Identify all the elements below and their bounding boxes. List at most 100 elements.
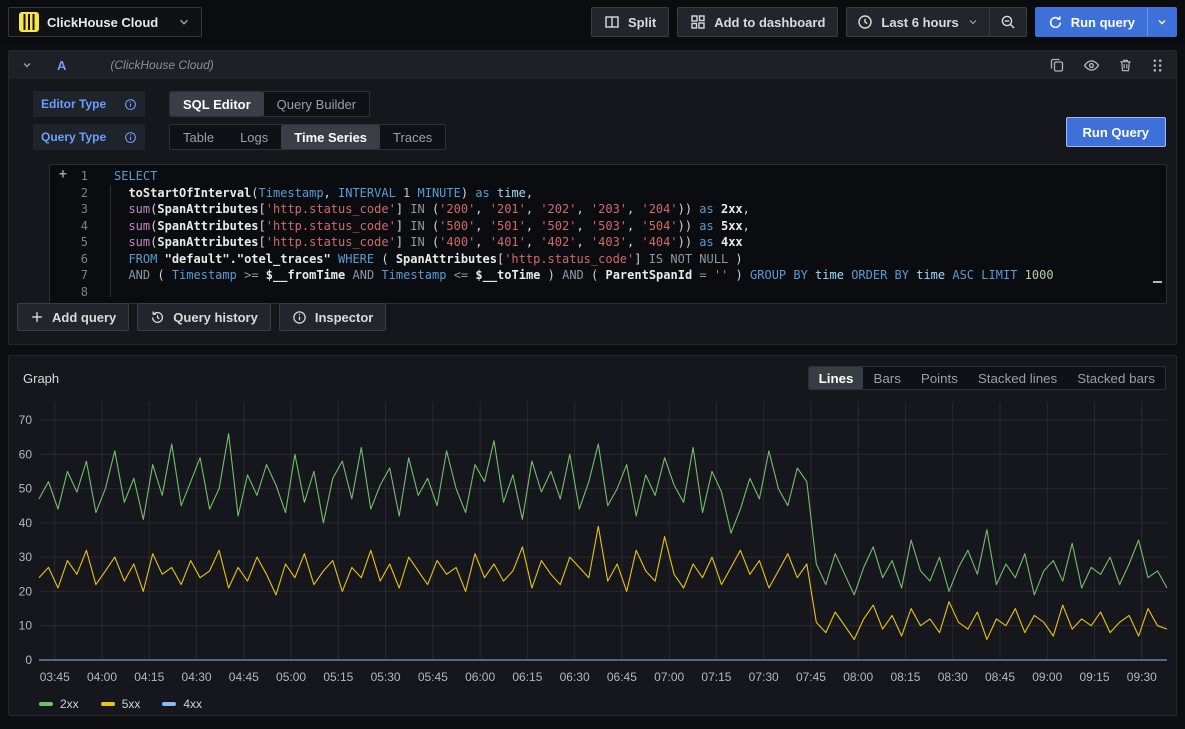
run-query-label: Run query [1071,15,1135,30]
graph-style-stacked-bars[interactable]: Stacked bars [1067,367,1165,389]
add-line-icon[interactable]: + [59,167,67,182]
svg-text:04:15: 04:15 [134,670,164,684]
svg-text:07:15: 07:15 [701,670,731,684]
inspector-button[interactable]: Inspector [279,303,387,331]
svg-text:10: 10 [19,619,33,633]
svg-text:20: 20 [19,584,33,598]
time-range-group: Last 6 hours [846,7,1026,37]
split-button[interactable]: Split [591,7,669,37]
split-label: Split [628,15,656,30]
query-type-traces[interactable]: Traces [380,125,445,149]
line-number: 3 [50,201,106,218]
editor-type-label: Editor Type [33,91,145,117]
svg-text:04:45: 04:45 [229,670,259,684]
datasource-name: ClickHouse Cloud [47,15,169,30]
query-type-table[interactable]: Table [170,125,227,149]
sync-icon [1048,15,1063,30]
editor-type-sql-editor[interactable]: SQL Editor [170,92,264,116]
svg-text:08:30: 08:30 [938,670,968,684]
info-icon [292,310,307,325]
datasource-picker[interactable]: ClickHouse Cloud [8,7,202,37]
legend-label: 2xx [60,697,79,711]
drag-handle-icon[interactable] [1151,58,1164,73]
svg-text:05:15: 05:15 [323,670,353,684]
history-icon [150,310,165,325]
graph-style-stacked-lines[interactable]: Stacked lines [968,367,1067,389]
svg-text:06:45: 06:45 [607,670,637,684]
sql-code[interactable]: SELECT toStartOfInterval(Timestamp, INTE… [106,165,1166,303]
legend-item-2xx[interactable]: 2xx [39,697,79,711]
chevron-down-icon [1156,16,1168,28]
legend-item-4xx[interactable]: 4xx [162,697,202,711]
add-to-dashboard-label: Add to dashboard [714,15,825,30]
query-editor-panel: A (ClickHouse Cloud) Editor Type [8,50,1177,345]
zoom-out-button[interactable] [989,8,1026,36]
svg-text:70: 70 [19,413,33,427]
delete-query-icon[interactable] [1118,58,1133,73]
line-number: 7 [50,267,106,284]
run-query-options-caret[interactable] [1147,8,1176,36]
split-icon [604,14,620,30]
line-number: 8 [50,284,106,301]
chart-legend: 2xx 5xx 4xx [39,697,202,711]
chevron-down-icon [967,16,979,28]
query-type-time-series[interactable]: Time Series [281,125,380,149]
legend-item-5xx[interactable]: 5xx [101,697,141,711]
indent-guide [110,185,111,297]
duplicate-query-icon[interactable] [1049,57,1065,73]
line-number: 4 [50,218,106,235]
graph-style-switch: Lines Bars Points Stacked lines Stacked … [808,366,1166,390]
svg-text:05:00: 05:00 [276,670,306,684]
collapse-chevron-icon[interactable] [21,59,33,71]
query-datasource-hint: (ClickHouse Cloud) [110,58,213,72]
svg-text:04:00: 04:00 [87,670,117,684]
graph-panel-title: Graph [23,371,59,386]
legend-label: 5xx [122,697,141,711]
svg-text:40: 40 [19,516,33,530]
svg-text:09:30: 09:30 [1127,670,1157,684]
sql-gutter: + 12345678 [50,165,106,303]
chevron-down-icon [177,15,191,29]
svg-text:0: 0 [25,653,32,667]
svg-text:05:45: 05:45 [418,670,448,684]
info-icon[interactable] [124,98,137,111]
query-type-logs[interactable]: Logs [227,125,281,149]
legend-swatch [39,702,53,706]
run-query-panel-button[interactable]: Run Query [1066,117,1166,147]
add-query-button[interactable]: Add query [17,303,129,331]
editor-type-query-builder[interactable]: Query Builder [264,92,369,116]
time-range-picker[interactable]: Last 6 hours [847,8,988,36]
graph-style-bars[interactable]: Bars [863,367,910,389]
explore-toolbar: ClickHouse Cloud Split Add to dashboard … [0,0,1185,44]
query-history-button[interactable]: Query history [137,303,271,331]
run-query-button[interactable]: Run query [1036,8,1147,36]
apps-icon [690,14,706,30]
info-icon[interactable] [124,131,137,144]
svg-text:06:30: 06:30 [560,670,590,684]
svg-text:06:00: 06:00 [465,670,495,684]
legend-swatch [101,702,115,706]
sql-editor[interactable]: + 12345678 SELECT toStartOfInterval(Time… [49,164,1167,304]
time-series-chart[interactable]: 01020304050607003:4504:0004:1504:3004:45… [13,396,1174,692]
time-range-label: Last 6 hours [881,15,958,30]
add-to-dashboard-button[interactable]: Add to dashboard [677,7,838,37]
graph-style-lines[interactable]: Lines [809,367,864,389]
graph-style-points[interactable]: Points [911,367,968,389]
line-number: 2 [50,185,106,202]
query-ref-id: A [57,58,66,73]
svg-text:05:30: 05:30 [371,670,401,684]
svg-text:08:00: 08:00 [843,670,873,684]
query-row-header[interactable]: A (ClickHouse Cloud) [9,51,1176,79]
graph-panel: Graph Lines Bars Points Stacked lines St… [8,355,1177,716]
svg-text:04:30: 04:30 [182,670,212,684]
legend-swatch [162,702,176,706]
svg-text:07:00: 07:00 [654,670,684,684]
query-type-switch: Table Logs Time Series Traces [169,124,446,150]
svg-text:03:45: 03:45 [40,670,70,684]
line-number: 5 [50,234,106,251]
legend-label: 4xx [183,697,202,711]
query-type-label: Query Type [33,124,145,150]
clickhouse-logo-icon [19,12,39,32]
toggle-visibility-icon[interactable] [1083,57,1100,74]
svg-text:08:15: 08:15 [890,670,920,684]
